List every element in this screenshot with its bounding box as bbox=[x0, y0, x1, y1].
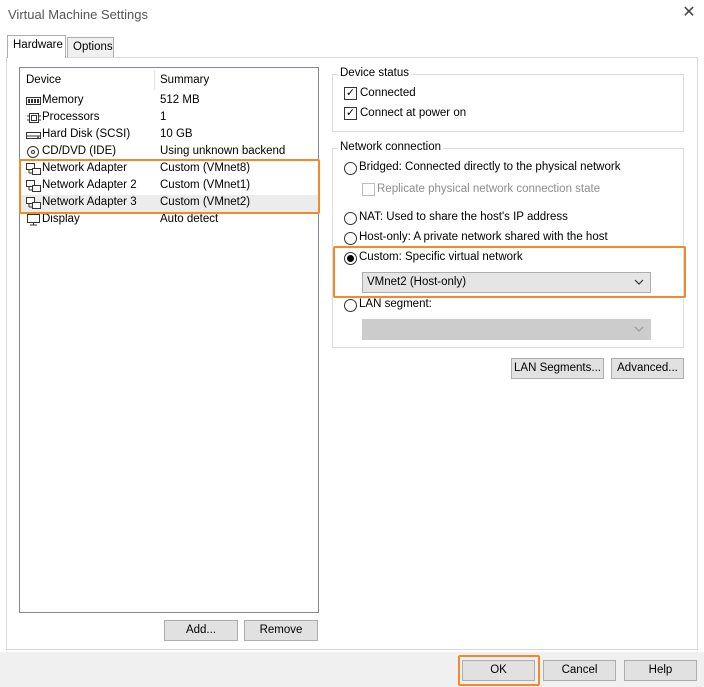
memory-icon bbox=[26, 97, 41, 105]
tab-options[interactable]: Options bbox=[67, 37, 114, 57]
device-name: Display bbox=[42, 213, 80, 225]
host-only-radio[interactable] bbox=[344, 232, 357, 245]
connect-at-power-on-checkbox[interactable]: ✓ bbox=[344, 107, 357, 120]
connected-label[interactable]: Connected bbox=[360, 87, 416, 99]
device-name: Hard Disk (SCSI) bbox=[42, 128, 131, 140]
column-separator bbox=[154, 70, 155, 90]
advanced-button[interactable]: Advanced... bbox=[611, 358, 684, 379]
hard-disk-icon bbox=[26, 132, 41, 139]
network-adapters-highlight bbox=[19, 159, 320, 214]
cd-dvd-icon bbox=[27, 146, 39, 158]
lan-segment-select bbox=[362, 319, 651, 340]
replicate-state-label: Replicate physical network connection st… bbox=[377, 183, 601, 195]
device-name: Memory bbox=[42, 94, 84, 106]
tab-hardware[interactable]: Hardware bbox=[7, 35, 66, 58]
device-summary: 1 bbox=[160, 111, 167, 123]
connected-checkbox[interactable]: ✓ bbox=[344, 87, 357, 100]
bridged-label[interactable]: Bridged: Connected directly to the physi… bbox=[359, 161, 620, 173]
cancel-button[interactable]: Cancel bbox=[543, 660, 616, 681]
bridged-radio[interactable] bbox=[344, 162, 357, 175]
display-icon bbox=[27, 214, 40, 226]
add-button[interactable]: Add... bbox=[164, 620, 238, 641]
device-row-hard-disk[interactable]: Hard Disk (SCSI) 10 GB bbox=[20, 127, 318, 144]
close-icon[interactable]: ✕ bbox=[680, 4, 698, 22]
lan-segment-label[interactable]: LAN segment: bbox=[359, 298, 432, 310]
host-only-label[interactable]: Host-only: A private network shared with… bbox=[359, 231, 608, 243]
device-status-group bbox=[332, 74, 684, 132]
remove-button[interactable]: Remove bbox=[244, 620, 318, 641]
replicate-state-checkbox bbox=[362, 183, 375, 196]
column-header-device[interactable]: Device bbox=[26, 74, 61, 86]
device-row-processors[interactable]: Processors 1 bbox=[20, 110, 318, 127]
device-name: CD/DVD (IDE) bbox=[42, 145, 117, 157]
network-connection-title: Network connection bbox=[338, 141, 443, 153]
chevron-down-icon bbox=[634, 326, 644, 332]
column-header-summary[interactable]: Summary bbox=[160, 74, 209, 86]
lan-segment-radio[interactable] bbox=[344, 299, 357, 312]
help-button[interactable]: Help bbox=[624, 660, 697, 681]
device-row-display[interactable]: Display Auto detect bbox=[20, 212, 318, 229]
device-summary: 512 MB bbox=[160, 94, 200, 106]
nat-radio[interactable] bbox=[344, 212, 357, 225]
device-name: Processors bbox=[42, 111, 100, 123]
lan-segments-button[interactable]: LAN Segments... bbox=[511, 358, 604, 379]
device-status-title: Device status bbox=[338, 67, 412, 79]
device-summary: Auto detect bbox=[160, 213, 219, 225]
device-row-memory[interactable]: Memory 512 MB bbox=[20, 93, 318, 110]
nat-label[interactable]: NAT: Used to share the host's IP address bbox=[359, 211, 568, 223]
device-summary: 10 GB bbox=[160, 128, 193, 140]
device-summary: Using unknown backend bbox=[160, 145, 286, 157]
window-title: Virtual Machine Settings bbox=[8, 7, 148, 22]
custom-network-highlight bbox=[333, 246, 686, 298]
connect-at-power-on-label[interactable]: Connect at power on bbox=[360, 107, 466, 119]
processor-icon bbox=[27, 113, 41, 123]
ok-button-highlight bbox=[458, 655, 540, 686]
